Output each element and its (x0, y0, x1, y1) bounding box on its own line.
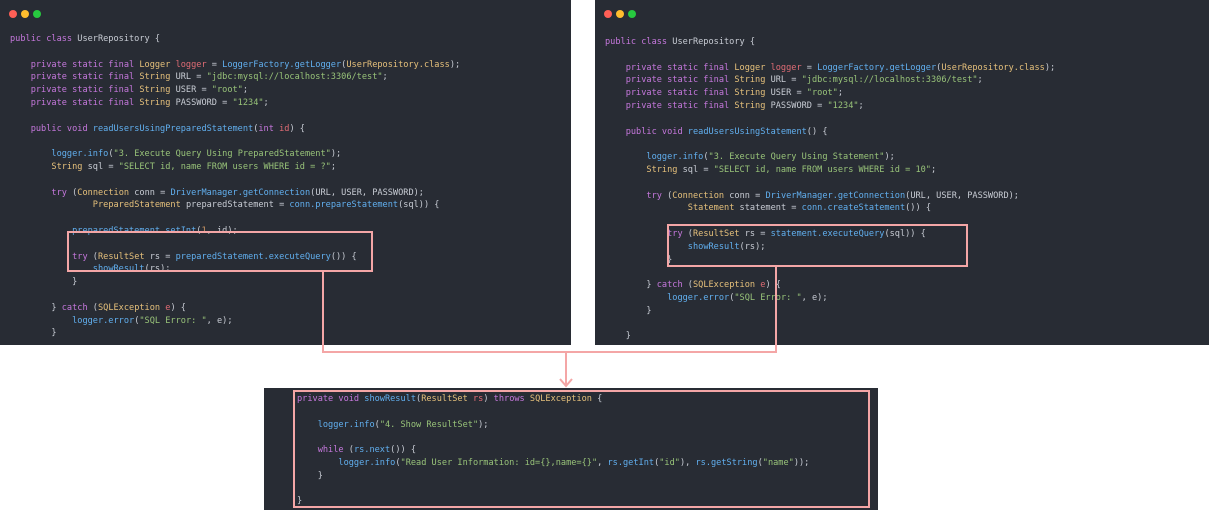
connector-line-left (322, 271, 566, 353)
connector-arrow (322, 267, 777, 388)
connector-line-right (566, 267, 777, 353)
